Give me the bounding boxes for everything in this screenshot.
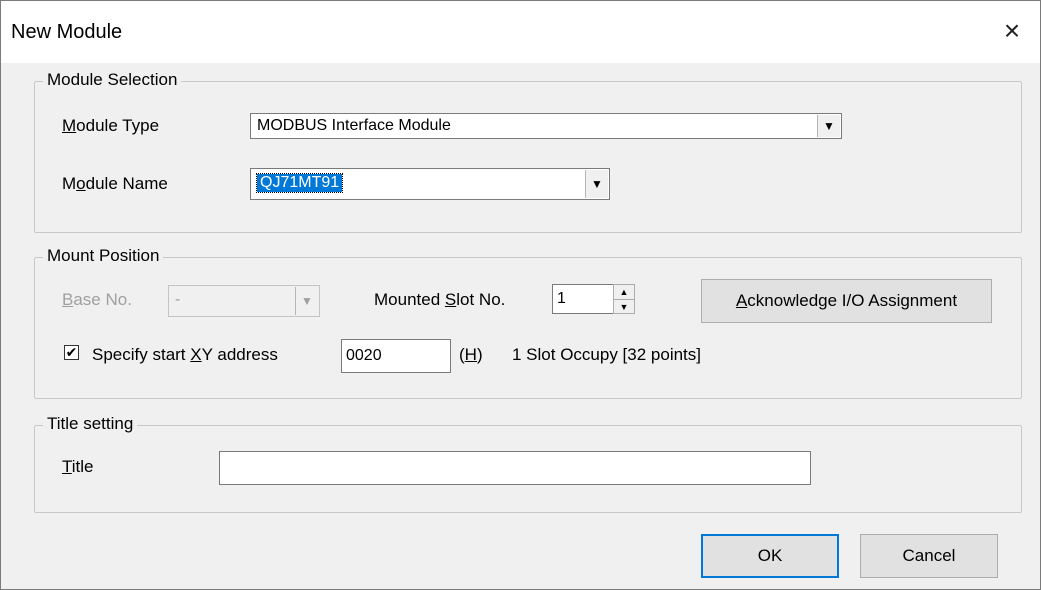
hex-label: (H): [459, 345, 483, 364]
title-bar: New Module ×: [1, 1, 1040, 63]
checkmark-icon: ✔: [65, 344, 78, 360]
module-type-select[interactable]: MODBUS Interface Module ▼: [250, 113, 842, 139]
acknowledge-io-assignment-button[interactable]: Acknowledge I/O Assignment: [701, 279, 992, 323]
mount-position-legend: Mount Position: [43, 246, 164, 266]
slot-occupy-text: 1 Slot Occupy [32 points]: [512, 345, 701, 364]
title-setting-legend: Title setting: [43, 414, 138, 434]
specify-xy-label[interactable]: Specify start XY address: [92, 345, 278, 365]
chevron-down-icon[interactable]: ▼: [817, 115, 840, 137]
ok-button[interactable]: OK: [701, 534, 839, 578]
dialog-title: New Module: [11, 21, 123, 43]
close-icon[interactable]: ×: [994, 13, 1030, 49]
spin-down-icon[interactable]: ▼: [614, 299, 634, 314]
specify-xy-checkbox[interactable]: ✔: [64, 345, 79, 360]
title-input[interactable]: [219, 451, 811, 485]
module-name-label: Module Name: [62, 174, 168, 193]
spin-up-icon[interactable]: ▲: [614, 285, 634, 299]
cancel-button[interactable]: Cancel: [860, 534, 998, 578]
title-label: Title: [62, 457, 94, 476]
chevron-down-icon: ▼: [295, 287, 318, 315]
module-type-label: Module Type: [62, 116, 160, 135]
slot-spinner[interactable]: ▲ ▼: [613, 284, 635, 314]
base-no-select: - ▼: [168, 285, 320, 317]
mounted-slot-label: Mounted Slot No.: [374, 290, 506, 309]
new-module-dialog: New Module × Module Selection Module Typ…: [0, 0, 1041, 590]
module-selection-group: Module Selection: [34, 70, 1022, 233]
start-xy-address-input[interactable]: 0020: [341, 339, 451, 373]
mounted-slot-input[interactable]: 1: [552, 284, 614, 314]
module-selection-legend: Module Selection: [43, 70, 182, 90]
module-name-select[interactable]: QJ71MT91 ▼: [250, 168, 610, 200]
base-no-label: Base No.: [62, 290, 132, 309]
chevron-down-icon[interactable]: ▼: [585, 170, 608, 198]
